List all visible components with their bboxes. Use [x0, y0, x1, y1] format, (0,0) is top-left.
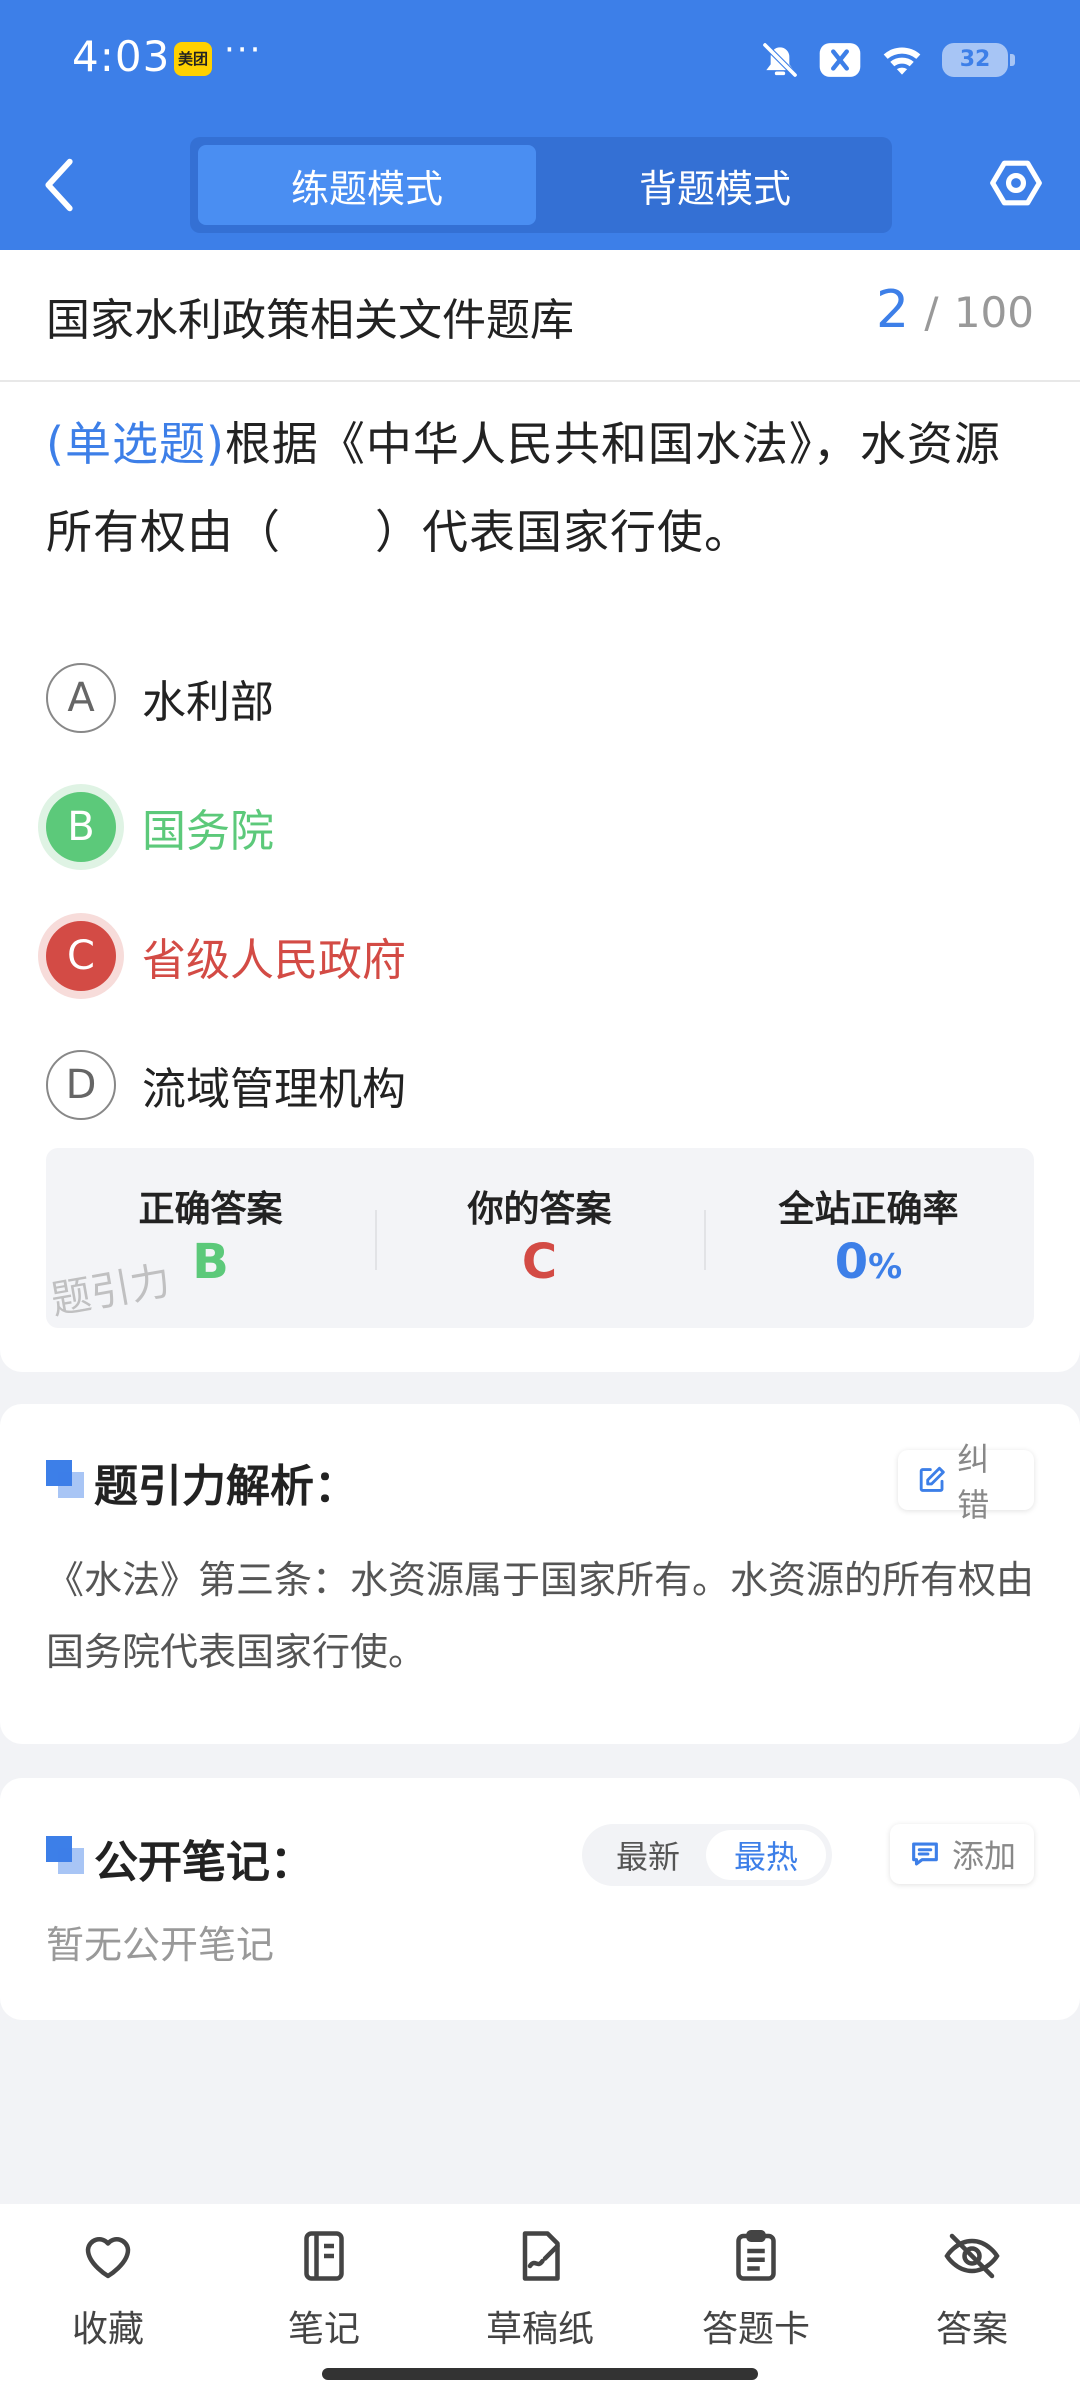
current-question-number: 2 — [876, 280, 910, 340]
home-indicator[interactable] — [322, 2368, 758, 2380]
comment-icon — [912, 1842, 938, 1866]
option-letter: A — [46, 663, 116, 733]
chevron-left-icon — [45, 158, 73, 212]
your-answer-block: 你的答案 C — [375, 1148, 704, 1328]
add-note-button[interactable]: 添加 — [890, 1824, 1034, 1884]
option-text: 水利部 — [142, 677, 274, 728]
option-letter: C — [46, 921, 116, 991]
nav-label: 答题卡 — [701, 2309, 810, 2350]
accuracy-number: 0 — [834, 1234, 869, 1290]
status-icons: 32 — [760, 36, 1015, 84]
settings-button[interactable] — [988, 155, 1044, 211]
nav-favorite[interactable]: 收藏 — [0, 2226, 216, 2352]
nav-label: 答案 — [935, 2309, 1008, 2350]
section-icon — [46, 1836, 86, 1876]
option-text: 流域管理机构 — [142, 1064, 406, 1115]
report-error-label: 纠错 — [957, 1440, 990, 1524]
answer-card-icon — [736, 2230, 776, 2281]
analysis-title: 题引力解析： — [94, 1461, 358, 1512]
option-text: 省级人民政府 — [142, 935, 406, 986]
battery-icon: 32 — [942, 43, 1015, 77]
question-card: 国家水利政策相关文件题库 2 / 100 (单选题)根据《中华人民共和国水法》，… — [0, 250, 1080, 1372]
nav-notes[interactable]: 笔记 — [216, 2226, 432, 2352]
option-a[interactable]: A 水利部 — [46, 662, 274, 734]
mode-switch: 练题模式 背题模式 — [190, 137, 892, 233]
nav-label: 收藏 — [71, 2309, 144, 2350]
accuracy-unit: % — [868, 1247, 903, 1287]
analysis-text: 《水法》第三条：水资源属于国家所有。水资源的所有权由国务院代表国家行使。 — [46, 1558, 1035, 1674]
header-bar: 4:03 美团 ··· 32 练题模式 背题模式 — [0, 0, 1080, 250]
hexagon-settings-icon — [990, 160, 1042, 206]
nav-label: 笔记 — [287, 2309, 360, 2350]
report-error-button[interactable]: 纠错 — [898, 1440, 1034, 1524]
bell-off-icon — [762, 42, 798, 78]
option-d[interactable]: D 流域管理机构 — [46, 1049, 406, 1121]
add-note-label: 添加 — [952, 1837, 1017, 1875]
edit-icon — [919, 1466, 945, 1492]
notes-title: 公开笔记： — [94, 1837, 314, 1888]
sort-latest-button[interactable]: 最新 — [588, 1830, 708, 1880]
divider — [0, 380, 1080, 382]
accuracy-label: 全站正确率 — [778, 1189, 959, 1230]
notes-sort-toggle: 最新 最热 — [582, 1824, 832, 1886]
back-button[interactable] — [40, 150, 90, 220]
option-text: 国务院 — [142, 806, 274, 857]
more-notifications-icon: ··· — [224, 30, 263, 70]
question-bank-title: 国家水利政策相关文件题库 — [46, 295, 574, 346]
option-b[interactable]: B 国务院 — [46, 791, 274, 863]
close-badge-icon — [819, 43, 861, 77]
option-c[interactable]: C 省级人民政府 — [46, 920, 406, 992]
eye-off-icon — [944, 2233, 1000, 2279]
heart-icon — [85, 2237, 131, 2279]
correct-answer-label: 正确答案 — [138, 1189, 283, 1230]
your-answer-label: 你的答案 — [467, 1189, 612, 1230]
sort-hot-button[interactable]: 最热 — [706, 1830, 826, 1880]
option-letter: D — [46, 1050, 116, 1120]
progress-separator: / — [924, 288, 939, 337]
notes-empty-text: 暂无公开笔记 — [46, 1923, 275, 1967]
nav-draft-paper[interactable]: 草稿纸 — [432, 2226, 648, 2352]
option-letter: B — [46, 792, 116, 862]
accuracy-value: 0% — [704, 1234, 1033, 1290]
analysis-card: 题引力解析： 纠错 《水法》第三条：水资源属于国家所有。水资源的所有权由国务院代… — [0, 1404, 1080, 1744]
question-type-label: (单选题) — [46, 417, 225, 471]
tab-memorize-mode[interactable]: 背题模式 — [546, 145, 884, 225]
draft-paper-icon — [522, 2231, 560, 2281]
your-answer-value: C — [521, 1234, 558, 1290]
nav-answer[interactable]: 答案 — [864, 2226, 1080, 2352]
status-time: 4:03 — [72, 32, 171, 81]
nav-answer-card[interactable]: 答题卡 — [648, 2226, 864, 2352]
tab-practice-mode[interactable]: 练题模式 — [198, 145, 536, 225]
meituan-app-icon: 美团 — [174, 42, 212, 76]
question-stem: (单选题)根据《中华人民共和国水法》，水资源所有权由（ ）代表国家行使。 — [46, 400, 1036, 576]
notebook-icon — [304, 2231, 344, 2281]
accuracy-block: 全站正确率 0% — [704, 1148, 1033, 1328]
wifi-icon — [883, 47, 921, 75]
question-progress: 2 / 100 — [876, 280, 1034, 340]
total-questions: 100 — [953, 288, 1034, 337]
answer-summary: 正确答案 B 你的答案 C 全站正确率 0% 题引力 — [46, 1148, 1034, 1328]
section-icon — [46, 1460, 86, 1500]
nav-label: 草稿纸 — [485, 2309, 594, 2350]
notes-card: 公开笔记： 最新 最热 添加 暂无公开笔记 — [0, 1778, 1080, 2020]
